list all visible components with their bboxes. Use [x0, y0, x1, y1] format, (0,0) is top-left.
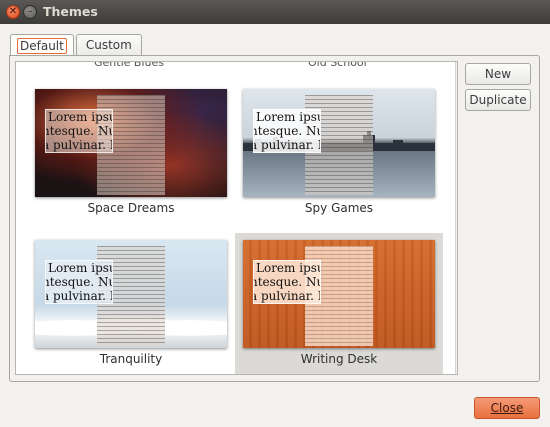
- close-button-label: Close: [490, 401, 524, 415]
- preview-text: Lorem ipsu ntesque. Nulla a pulvinar. Ma: [253, 260, 321, 304]
- tab-custom-label: Custom: [85, 38, 132, 52]
- new-button[interactable]: New: [465, 63, 531, 85]
- title-bar: ✕ – Themes: [0, 0, 550, 24]
- theme-preview: Lorem ipsu ntesque. Nulla a pulvinar. Ma: [243, 89, 435, 197]
- tab-default-label: Default: [17, 37, 67, 54]
- vertical-scrollbar[interactable]: ▲ ••• ▼: [455, 62, 457, 374]
- preview-text: Lorem ipsu ntesque. Nulla a pulvinar. Ma: [45, 260, 113, 304]
- window-title: Themes: [43, 4, 98, 19]
- theme-preview: Lorem ipsu ntesque. Nulla a pulvinar. Ma: [243, 240, 435, 348]
- scroll-up-arrow-icon[interactable]: ▲: [456, 63, 457, 73]
- preview-text: Lorem ipsu ntesque. Nulla a pulvinar. Ma: [253, 109, 321, 153]
- theme-item-space-dreams[interactable]: Lorem ipsu ntesque. Nulla a pulvinar. Ma…: [27, 82, 235, 224]
- tab-custom[interactable]: Custom: [75, 34, 142, 55]
- tab-default[interactable]: Default: [10, 34, 74, 56]
- window-minimize-icon[interactable]: –: [23, 5, 37, 19]
- theme-item-writing-desk[interactable]: Lorem ipsu ntesque. Nulla a pulvinar. Ma…: [235, 233, 443, 374]
- theme-preview: Lorem ipsu ntesque. Nulla a pulvinar. Ma: [35, 240, 227, 348]
- theme-name: Space Dreams: [87, 201, 175, 215]
- close-button[interactable]: Close: [474, 397, 540, 419]
- theme-icon-view[interactable]: Gentle Blues Old School Lorem ipsu ntesq…: [15, 61, 458, 375]
- theme-preview: Lorem ipsu ntesque. Nulla a pulvinar. Ma: [35, 89, 227, 197]
- duplicate-button[interactable]: Duplicate: [465, 89, 531, 111]
- tab-panel: Gentle Blues Old School Lorem ipsu ntesq…: [9, 55, 540, 382]
- theme-name: Writing Desk: [300, 352, 378, 366]
- theme-item-spy-games[interactable]: Lorem ipsu ntesque. Nulla a pulvinar. Ma…: [235, 82, 443, 224]
- theme-name: Spy Games: [304, 201, 374, 215]
- scroll-down-arrow-icon[interactable]: ▼: [456, 364, 457, 374]
- theme-item-tranquility[interactable]: Lorem ipsu ntesque. Nulla a pulvinar. Ma…: [27, 233, 235, 374]
- window-close-icon[interactable]: ✕: [6, 5, 20, 19]
- tab-bar: Default Custom: [10, 34, 144, 56]
- theme-name-partial[interactable]: Old School: [308, 62, 367, 69]
- theme-name-partial[interactable]: Gentle Blues: [94, 62, 164, 69]
- preview-text: Lorem ipsu ntesque. Nulla a pulvinar. Ma: [45, 109, 113, 153]
- theme-name: Tranquility: [99, 352, 163, 366]
